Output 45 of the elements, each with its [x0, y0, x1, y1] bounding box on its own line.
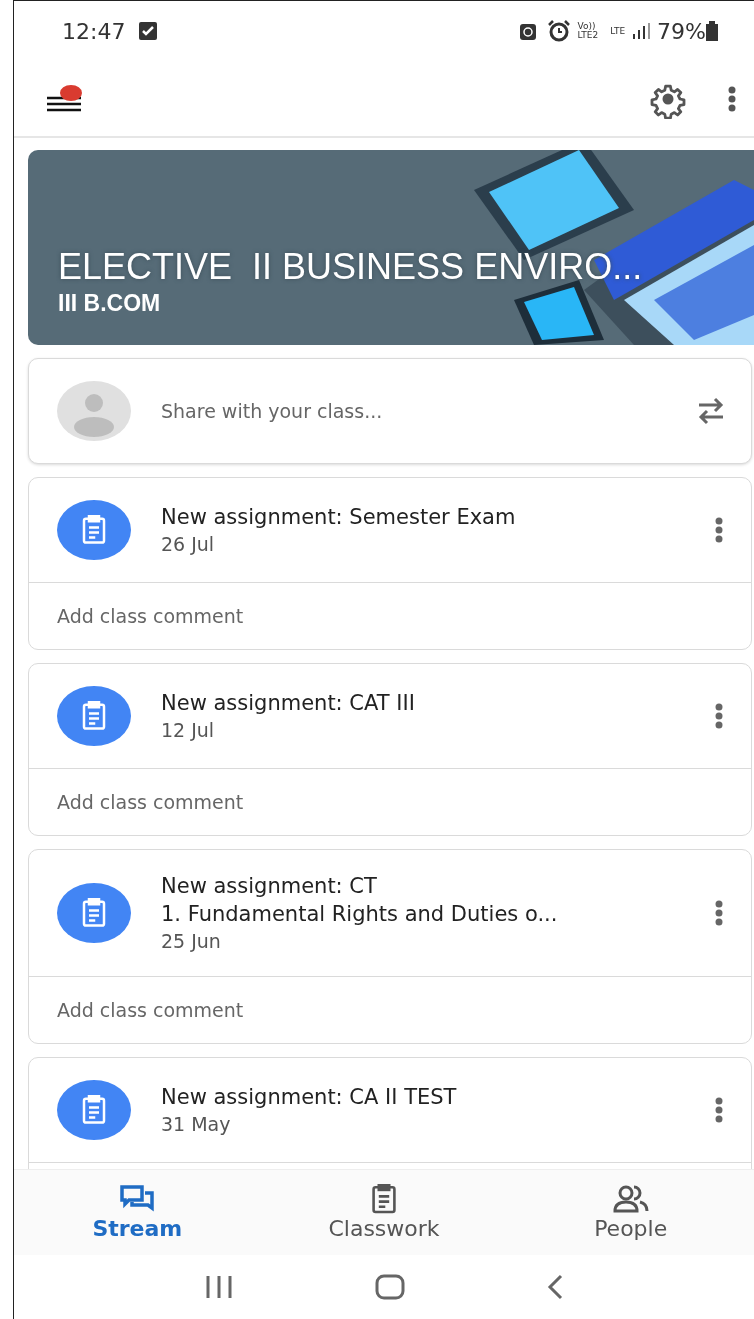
post-date: 31 May — [161, 1112, 232, 1137]
nav-tab[interactable]: People — [507, 1170, 754, 1255]
post-date: 25 Jun — [161, 929, 222, 954]
network-indicator: LTE — [610, 26, 626, 36]
assignment-icon — [57, 686, 131, 746]
post-card[interactable]: New assignment: CAT III 12 Jul Add class comment — [28, 663, 752, 836]
home-icon[interactable] — [375, 1274, 405, 1300]
class-section: III B.COM — [58, 290, 754, 317]
post-date: 26 Jul — [161, 532, 216, 557]
volte-indicator: Vo)) LTE2 — [577, 22, 599, 40]
nav-tab[interactable]: Stream — [14, 1170, 261, 1255]
nav-tab[interactable]: Classwork — [260, 1170, 508, 1255]
post-title: New assignment: CA II TEST — [161, 1084, 458, 1111]
recents-icon[interactable] — [204, 1275, 235, 1299]
post-card[interactable]: New assignment: Semester Exam 26 Jul Add class comment — [28, 477, 752, 650]
alarm-icon — [547, 20, 572, 42]
comment-field[interactable]: Add class comment — [29, 582, 751, 649]
battery-percent: 79% — [657, 18, 706, 44]
more-icon[interactable] — [715, 900, 723, 926]
comment-field[interactable]: Add class comment — [29, 976, 751, 1043]
more-icon[interactable] — [715, 703, 723, 729]
assignment-icon — [57, 500, 131, 560]
assignment-icon — [57, 1080, 131, 1140]
menu-icon[interactable] — [46, 96, 83, 111]
post-title: New assignment: CAT III — [161, 690, 416, 717]
clipboard-icon — [369, 1184, 399, 1214]
more-icon[interactable] — [715, 517, 723, 543]
signal-icon — [631, 22, 652, 40]
battery-icon — [706, 21, 718, 41]
post-detail: 1. Fundamental Rights and Duties o... — [161, 901, 559, 928]
more-icon[interactable] — [728, 85, 736, 112]
back-icon[interactable] — [545, 1274, 564, 1300]
comment-field[interactable]: Add class comment — [29, 768, 751, 835]
share-field[interactable]: Share with your class... — [161, 400, 665, 422]
more-icon[interactable] — [715, 1097, 723, 1123]
post-title: New assignment: CT — [161, 873, 378, 900]
check-icon — [139, 22, 158, 40]
post-title: New assignment: Semester Exam — [161, 504, 517, 531]
post-card[interactable]: New assignment: CT 1. Fundamental Rights and Duties o... 25 Jun Add class comment — [28, 849, 752, 1044]
chat-icon — [119, 1184, 156, 1214]
post-date: 12 Jul — [161, 718, 216, 743]
post-card[interactable]: New assignment: CA II TEST 31 May — [28, 1057, 752, 1169]
avatar-icon — [57, 381, 131, 441]
clock-time: 12:47 — [62, 18, 126, 44]
assignment-icon — [57, 883, 131, 943]
